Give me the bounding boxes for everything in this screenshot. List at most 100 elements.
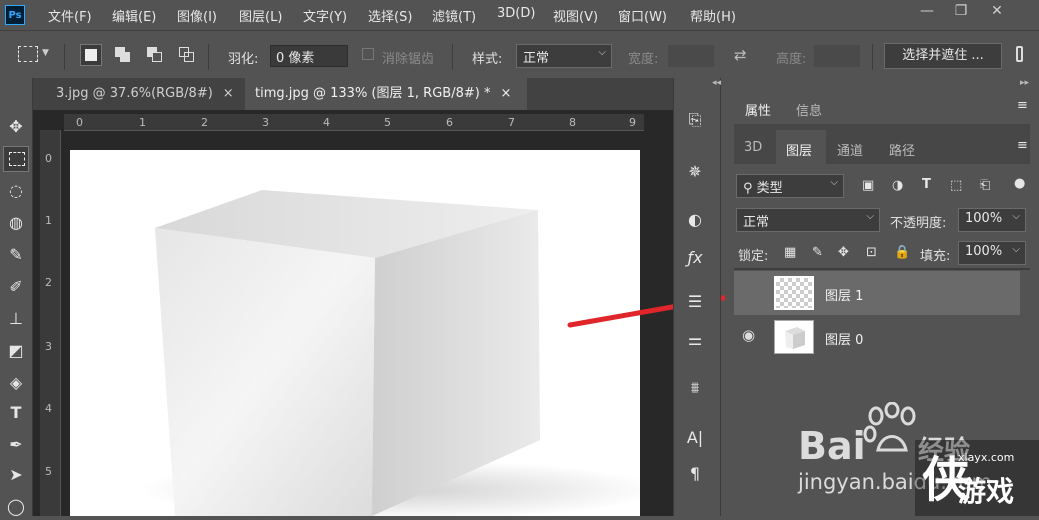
path-selection-tool-icon[interactable]: ➤ [3,462,29,488]
history-panel-icon[interactable]: ⎘ [680,106,710,134]
restore-button[interactable]: ❐ [946,0,976,22]
styles-panel-icon[interactable]: ƒx [680,244,710,272]
chevron-down-icon: ⌵ [598,47,606,58]
filter-smart-objects-icon[interactable]: ⎗ [980,178,990,193]
menu-filter[interactable]: 滤镜(T) [432,6,476,25]
clone-source-icon[interactable]: ⩩ [680,374,710,402]
document-canvas[interactable] [70,150,640,516]
properties-sliders-icon[interactable]: ⚌ [680,326,710,354]
feather-input[interactable] [270,45,348,67]
intersect-selection-button[interactable] [176,44,198,66]
clone-stamp-tool-icon[interactable]: ⊥ [3,306,29,332]
vertical-ruler [40,130,61,516]
rectangular-marquee-tool-icon[interactable] [3,146,29,172]
paint-bucket-tool-icon[interactable]: ◈ [3,370,29,396]
menu-view[interactable]: 视图(V) [553,6,598,25]
swap-arrows-icon[interactable]: ⇄ [734,46,747,64]
menu-window[interactable]: 窗口(W) [618,6,667,25]
subtract-from-selection-button[interactable] [144,44,166,66]
marquee-tool-preset-icon[interactable] [18,46,38,62]
height-input[interactable] [814,45,860,67]
menu-help[interactable]: 帮助(H) [690,6,736,25]
quick-selection-tool-icon[interactable]: ◍ [3,210,29,236]
tab-info[interactable]: 信息 [796,100,822,119]
filter-adjustment-layers-icon[interactable]: ◑ [892,178,903,193]
filter-pixel-layers-icon[interactable]: ▣ [862,178,874,193]
tab-channels[interactable]: 通道 [837,140,863,159]
layer-0-name[interactable]: 图层 0 [825,329,863,348]
paragraph-panel-icon[interactable]: ¶ [680,460,710,488]
tab-3d[interactable]: 3D [744,140,762,155]
style-label: 样式: [472,52,503,67]
baidu-paw-logo [863,402,916,452]
lock-image-pixels-icon[interactable]: ✎ [812,245,823,260]
menu-file[interactable]: 文件(F) [48,6,92,25]
width-input[interactable] [668,45,714,67]
menu-image[interactable]: 图像(I) [177,6,217,25]
brush-tool-icon[interactable]: ✐ [3,274,29,300]
character-panel-icon[interactable]: A| [680,424,710,452]
chevron-down-icon: ⌵ [830,177,838,188]
collapse-arrows-icon[interactable]: ◂◂ [712,78,721,88]
minimize-button[interactable]: — [912,0,942,22]
filter-type-layers-icon[interactable]: T [922,177,931,192]
tab-layers-label: 图层 [786,144,813,159]
eye-icon[interactable]: ◉ [742,326,755,344]
new-selection-button[interactable] [80,44,102,66]
tab-properties-label: 属性 [745,104,772,119]
lock-position-icon[interactable]: ✥ [838,245,849,260]
cube-image [140,190,640,516]
divider [452,44,453,70]
menu-select[interactable]: 选择(S) [368,6,412,25]
select-and-mask-button[interactable]: 选择并遮住 ... [884,43,1002,69]
menu-edit[interactable]: 编辑(E) [112,6,156,25]
ruler-tick: 0 [76,116,83,129]
paragraph-styles-icon[interactable]: ☰ [680,288,710,316]
chevron-down-icon[interactable]: ▼ [42,48,49,58]
filter-kind-value: 类型 [756,181,783,196]
layer-1-name[interactable]: 图层 1 [825,285,863,304]
tab-paths[interactable]: 路径 [889,140,915,159]
blend-mode-select[interactable]: 正常 ⌵ [736,208,880,232]
fill-value: 100% [965,244,1003,259]
navigator-panel-icon[interactable]: ✵ [680,158,710,186]
expand-arrows-icon[interactable]: ▸▸ [1020,78,1029,88]
eraser-tool-icon[interactable]: ◩ [3,338,29,364]
ruler-tick: 6 [446,116,453,129]
site-url-watermark: xiayx.com [958,451,1015,464]
close-tab-icon[interactable]: × [500,86,511,101]
divider [208,44,209,70]
adjustments-panel-icon[interactable]: ◐ [680,206,710,234]
menu-type[interactable]: 文字(Y) [303,6,347,25]
eyedropper-tool-icon[interactable]: ✎ [3,242,29,268]
ellipse-tool-icon[interactable]: ◯ [3,494,29,520]
prevent-autonest-icon[interactable]: ⊡ [866,245,877,260]
style-select[interactable]: 正常 ⌵ [516,44,612,68]
ruler-tick: 3 [45,340,52,353]
panel-menu-icon[interactable]: ≡ [1017,98,1028,113]
opacity-input[interactable]: 100% ⌵ [958,208,1026,232]
lock-transparent-pixels-icon[interactable]: ▦ [784,245,796,260]
tab-timg-jpg[interactable]: timg.jpg @ 133% (图层 1, RGB/8#) * × [245,78,527,110]
filter-shape-layers-icon[interactable]: ⬚ [950,178,962,193]
close-window-button[interactable]: ✕ [982,0,1012,22]
close-tab-icon[interactable]: × [223,86,234,101]
fill-input[interactable]: 100% ⌵ [958,241,1026,265]
type-tool-icon[interactable]: T [3,400,29,426]
layer-filter-select[interactable]: ⚲ 类型 ⌵ [736,174,844,198]
antialias-checkbox[interactable] [362,48,374,60]
baidu-watermark: Bai [798,424,866,468]
filter-toggle-icon[interactable]: ● [1014,176,1025,191]
add-to-selection-button[interactable] [112,44,134,66]
pen-tool-icon[interactable]: ✒ [3,432,29,458]
lasso-tool-icon[interactable]: ◌ [3,178,29,204]
panel-menu-icon[interactable]: ≡ [1017,138,1028,153]
lock-all-icon[interactable]: 🔒 [894,245,910,260]
tab-3jpg[interactable]: 3.jpg @ 37.6%(RGB/8#) × [46,78,242,110]
move-tool-icon[interactable]: ✥ [3,114,29,140]
style-value: 正常 [523,51,550,66]
menu-3d[interactable]: 3D(D) [497,6,535,21]
visibility-toggle-empty[interactable] [740,283,762,301]
chevron-down-icon: ⌵ [1012,211,1020,222]
menu-layer[interactable]: 图层(L) [239,6,282,25]
